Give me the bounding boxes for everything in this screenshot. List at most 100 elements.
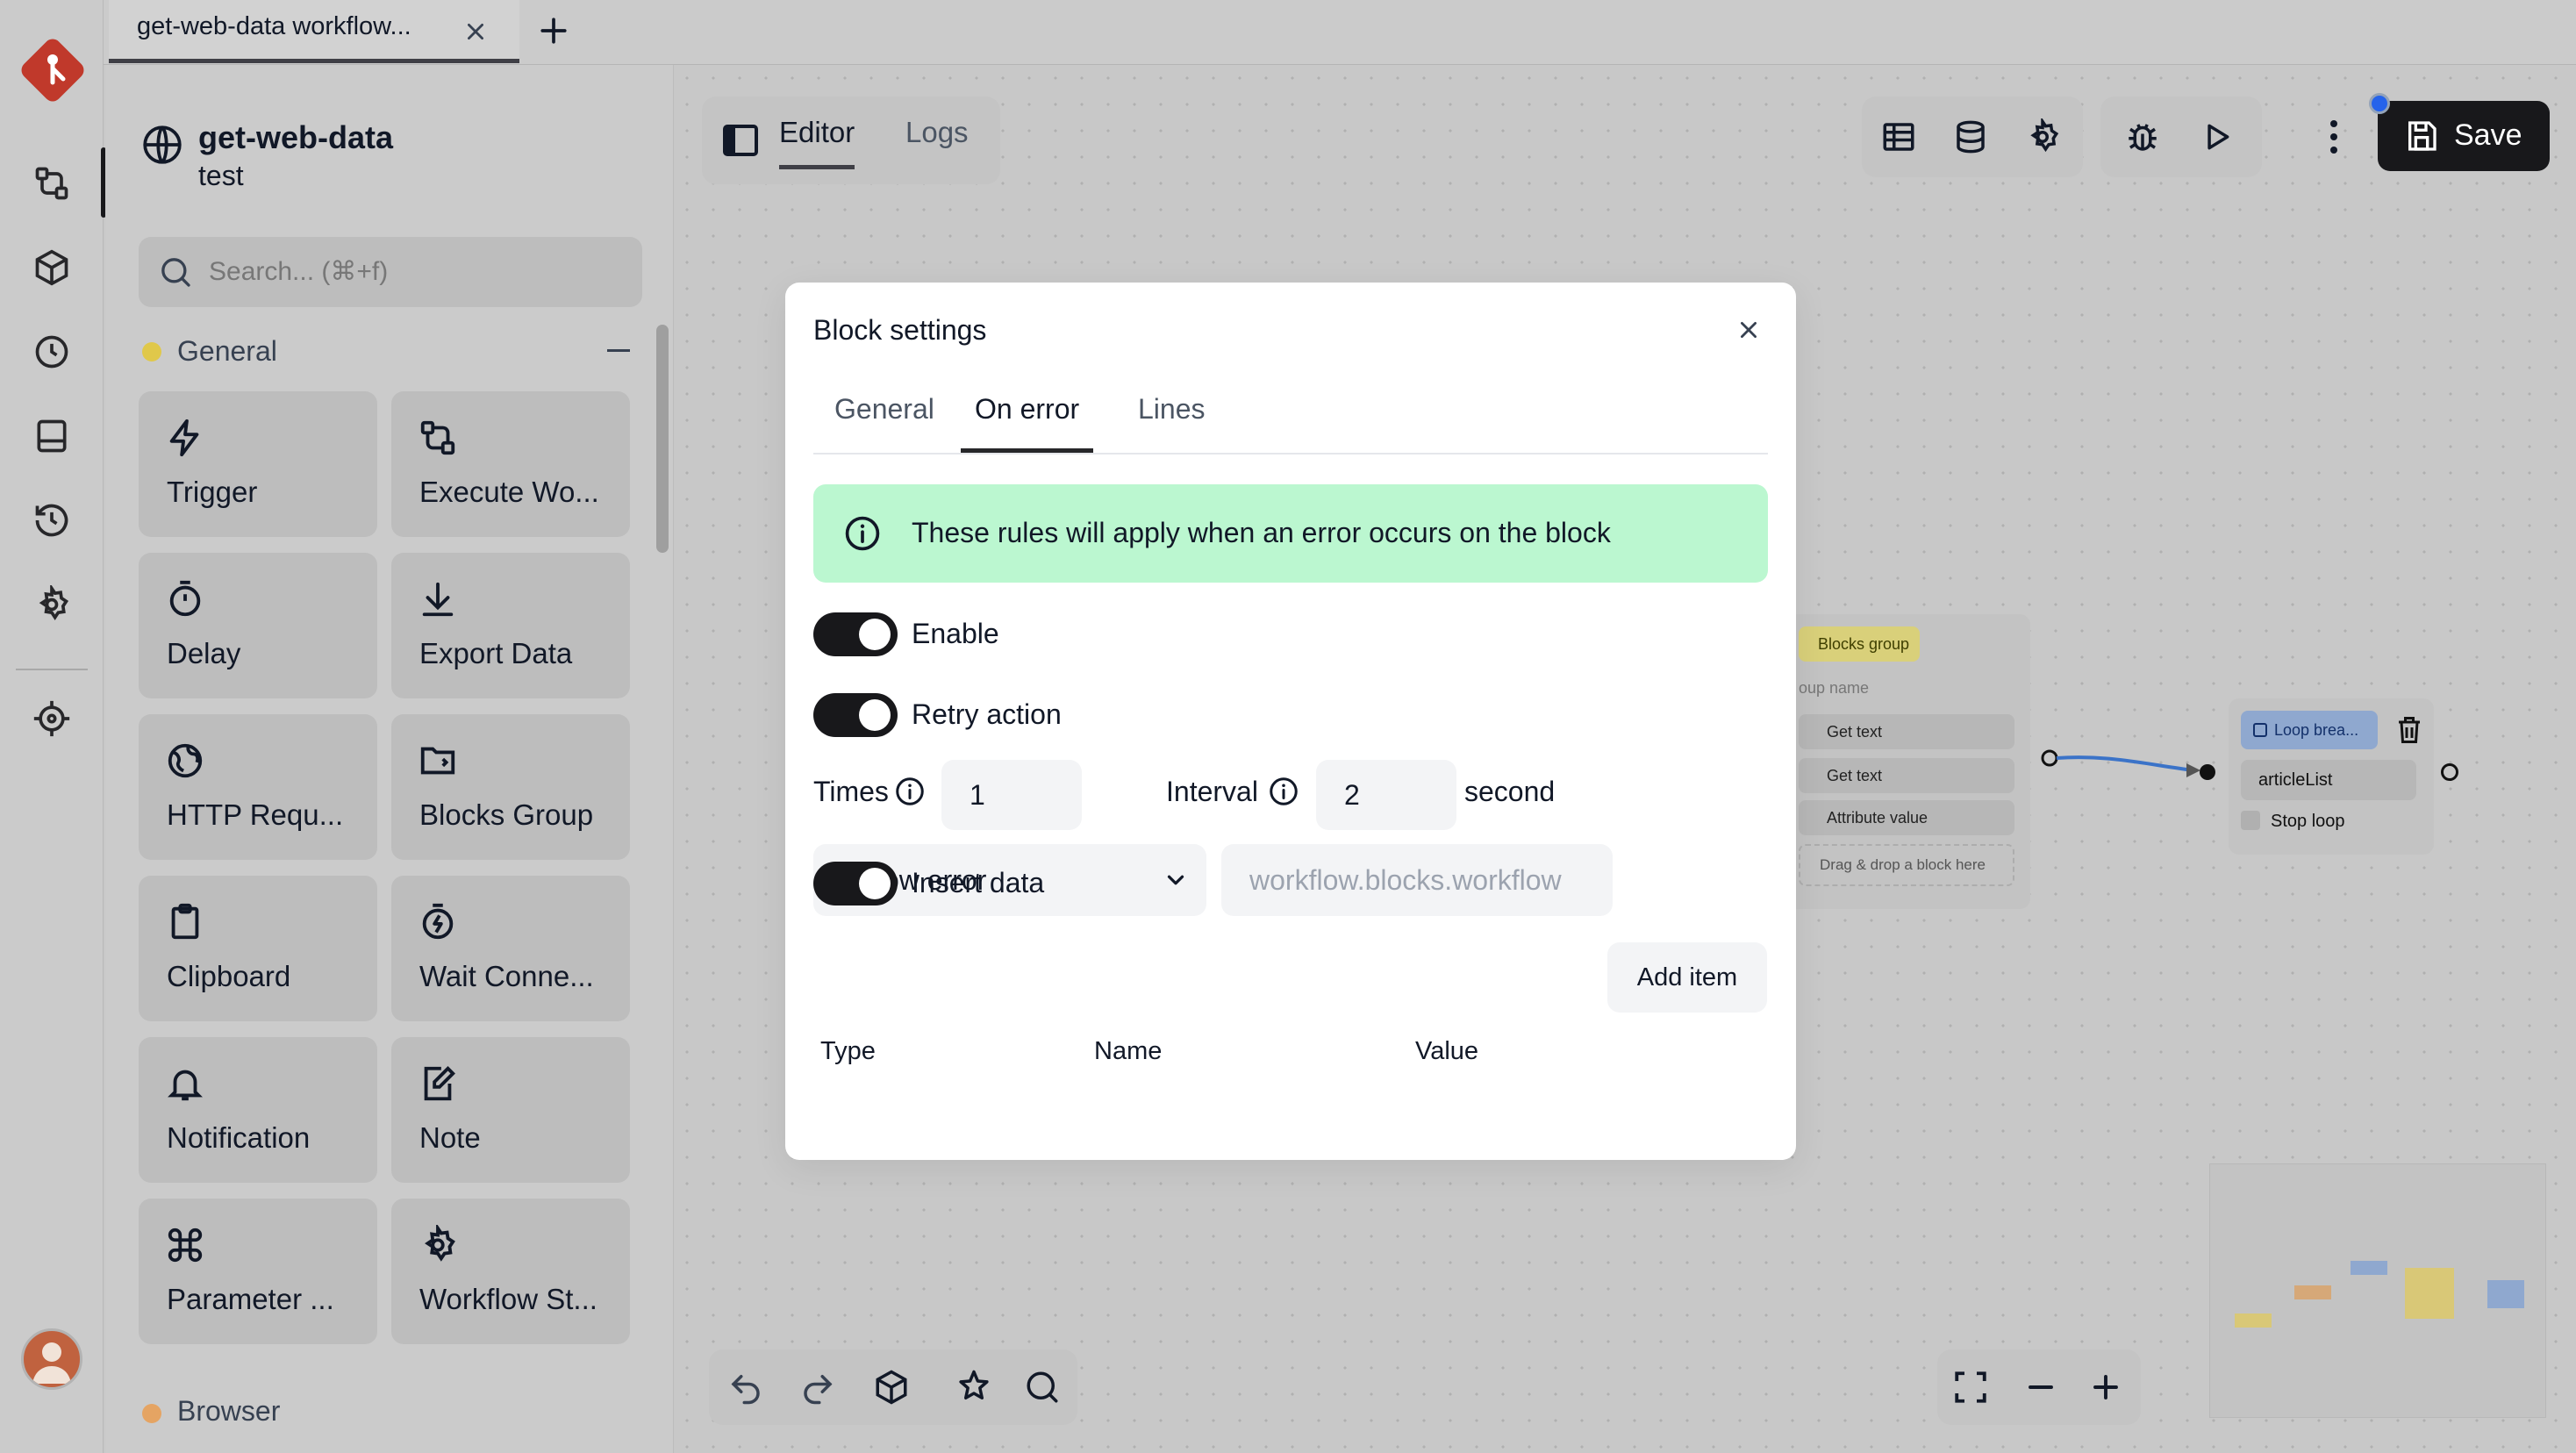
category-general[interactable]: General [139, 328, 642, 377]
blocks-group-node[interactable]: Blocks group oup name Get text Get text … [1781, 614, 2030, 909]
info-alert: These rules will apply when an error occ… [813, 484, 1768, 583]
command-icon [168, 1228, 203, 1263]
block-workflow-state[interactable]: Workflow St... [391, 1199, 630, 1344]
block-settings-modal: Block settings General On error Lines Th… [785, 283, 1796, 1160]
clock-icon[interactable] [26, 326, 77, 377]
minimap[interactable] [2209, 1163, 2546, 1418]
block-parameter-prompt[interactable]: Parameter ... [139, 1199, 377, 1344]
trash-icon[interactable] [2394, 714, 2425, 746]
interval-input[interactable] [1316, 760, 1456, 830]
settings-icon[interactable] [2018, 112, 2067, 161]
tab-editor[interactable]: Editor [779, 116, 855, 169]
play-icon[interactable] [2192, 112, 2241, 161]
block-execute-workflow[interactable]: Execute Wo... [391, 391, 630, 537]
block-trigger[interactable]: Trigger [139, 391, 377, 537]
block-label: Wait Conne... [419, 960, 594, 992]
undo-icon[interactable] [721, 1363, 770, 1412]
editor-tab-group: Editor Logs [702, 97, 1000, 184]
fallback-block-input[interactable] [1221, 844, 1613, 916]
times-input[interactable] [941, 760, 1082, 830]
canvas-toolbar [1862, 97, 2083, 177]
gear-icon [425, 1225, 455, 1262]
panel-scrollbar[interactable] [656, 325, 669, 553]
column-header-type: Type [820, 1037, 876, 1065]
table-icon[interactable] [1874, 112, 1923, 161]
alert-text: These rules will apply when an error occ… [912, 517, 1611, 548]
tab-workflow[interactable]: get-web-data workflow... [109, 0, 519, 63]
sidebar-toggle-icon[interactable] [719, 119, 762, 161]
new-tab-button[interactable] [532, 9, 576, 53]
block-export-data[interactable]: Export Data [391, 553, 630, 698]
retry-toggle[interactable] [813, 693, 898, 737]
output-port[interactable] [2441, 763, 2458, 781]
redo-icon[interactable] [793, 1363, 842, 1412]
drop-zone[interactable]: Drag & drop a block here [1799, 844, 2014, 886]
tab-on-error[interactable]: On error [961, 393, 1094, 453]
stopwatch-icon [422, 903, 454, 940]
run-toolbar [2100, 97, 2262, 177]
icon-rail [0, 0, 106, 1453]
group-name-field[interactable]: oup name [1799, 679, 1869, 698]
package-icon[interactable] [867, 1363, 916, 1412]
checkbox[interactable] [2241, 811, 2260, 830]
block-clipboard[interactable]: Clipboard [139, 876, 377, 1021]
fullscreen-icon[interactable] [1946, 1363, 1995, 1412]
block-delay[interactable]: Delay [139, 553, 377, 698]
package-icon[interactable] [26, 242, 77, 293]
search-input[interactable] [209, 237, 630, 307]
tab-lines[interactable]: Lines [1124, 393, 1220, 448]
close-icon[interactable] [456, 12, 495, 51]
info-icon[interactable] [1268, 776, 1299, 807]
zoom-in-icon[interactable] [2081, 1363, 2130, 1412]
stop-loop-checkbox[interactable]: Stop loop [2241, 811, 2345, 832]
block-label: Trigger [167, 476, 258, 508]
connection-edge[interactable] [2036, 737, 2229, 790]
history-icon[interactable] [26, 495, 77, 546]
settings-icon[interactable] [26, 579, 77, 630]
retry-label: Retry action [912, 698, 1062, 730]
download-icon [422, 582, 454, 617]
category-label: General [177, 335, 277, 367]
block-label: Blocks Group [419, 798, 594, 831]
tab-logs[interactable]: Logs [905, 116, 969, 149]
close-icon[interactable] [1731, 312, 1766, 347]
collapse-icon[interactable] [607, 349, 630, 352]
block-label: Delay [167, 637, 241, 669]
edit-toolbar [709, 1349, 1077, 1425]
search-icon[interactable] [1018, 1363, 1067, 1412]
block-http-request[interactable]: HTTP Requ... [139, 714, 377, 860]
node-tag: Blocks group [1799, 626, 1921, 662]
globe-icon [168, 743, 203, 778]
zoom-out-icon[interactable] [2016, 1363, 2065, 1412]
group-item[interactable]: Get text [1799, 714, 2014, 749]
more-options-icon[interactable] [2309, 112, 2358, 161]
group-item[interactable]: Attribute value [1799, 800, 2014, 835]
enable-toggle[interactable] [813, 612, 898, 656]
block-wait-connections[interactable]: Wait Conne... [391, 876, 630, 1021]
tab-title: get-web-data workflow... [137, 12, 411, 40]
block-blocks-group[interactable]: Blocks Group [391, 714, 630, 860]
info-icon[interactable] [894, 776, 926, 807]
user-avatar[interactable] [21, 1328, 82, 1390]
database-icon[interactable] [1946, 112, 1995, 161]
tab-general[interactable]: General [820, 393, 948, 448]
blocks-panel: get-web-data test General Trigger Execut… [105, 65, 674, 1453]
insert-data-toggle[interactable] [813, 862, 898, 905]
crosshair-icon[interactable] [26, 693, 77, 744]
group-item[interactable]: Get text [1799, 758, 2014, 793]
category-color-dot [142, 342, 161, 361]
save-button[interactable]: Save [2378, 101, 2550, 171]
add-item-button[interactable]: Add item [1607, 942, 1767, 1013]
block-notification[interactable]: Notification [139, 1037, 377, 1183]
loop-id-field[interactable]: articleList [2241, 760, 2416, 800]
tab-bar: get-web-data workflow... [104, 0, 2576, 65]
block-search [139, 237, 642, 307]
bug-icon[interactable] [2118, 112, 2167, 161]
workflow-icon[interactable] [26, 158, 77, 209]
block-note[interactable]: Note [391, 1037, 630, 1183]
loop-breakpoint-node[interactable]: Loop brea... articleList Stop loop [2229, 698, 2434, 855]
storage-icon[interactable] [26, 411, 77, 462]
logo-icon[interactable] [16, 33, 89, 107]
magic-icon[interactable] [949, 1363, 998, 1412]
node-tag: Loop brea... [2241, 711, 2378, 749]
